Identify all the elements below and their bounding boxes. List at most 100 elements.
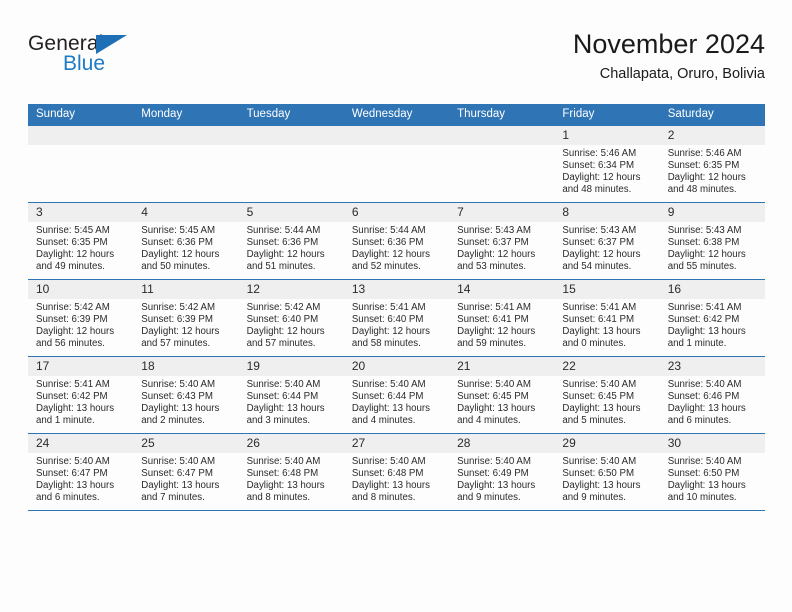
- calendar-day-cell[interactable]: 3 Sunrise: 5:45 AM Sunset: 6:35 PM Daylight…: [28, 202, 134, 280]
- daylight-text-line1: Daylight: 13 hours: [562, 479, 641, 491]
- daylight-text-line1: Daylight: 13 hours: [141, 479, 220, 491]
- calendar-day-cell[interactable]: 8 Sunrise: 5:43 AM Sunset: 6:37 PM Daylight…: [554, 202, 660, 280]
- sunrise-text: Sunrise: 5:40 AM: [141, 379, 216, 390]
- daylight-text-line1: Daylight: 13 hours: [457, 402, 536, 414]
- calendar-day-cell[interactable]: 26 Sunrise: 5:40 AM Sunset: 6:48 PM Dayligh…: [238, 433, 344, 510]
- calendar-day-cell[interactable]: 9 Sunrise: 5:43 AM Sunset: 6:38 PM Daylight…: [659, 202, 765, 280]
- daylight-text-line2: and 54 minutes.: [562, 260, 632, 272]
- day-details: Sunrise: 5:40 AM Sunset: 6:47 PM Daylight:…: [28, 453, 133, 504]
- sunset-text: Sunset: 6:41 PM: [562, 313, 635, 325]
- calendar-day-cell[interactable]: 22 Sunrise: 5:40 AM Sunset: 6:45 PM Dayligh…: [554, 356, 660, 434]
- calendar-week-row: 10 Sunrise: 5:42 AM Sunset: 6:39 PM Dayligh…: [28, 279, 765, 357]
- calendar-page: General Blue November 2024 Challapata, O…: [0, 0, 792, 612]
- calendar-day-cell[interactable]: 28 Sunrise: 5:40 AM Sunset: 6:49 PM Dayligh…: [449, 433, 555, 510]
- sunrise-text: Sunrise: 5:40 AM: [667, 456, 742, 467]
- sunrise-text: Sunrise: 5:40 AM: [246, 379, 321, 390]
- calendar-day-cell-empty: [449, 126, 555, 203]
- day-number: 13: [343, 280, 450, 299]
- daylight-text-line1: Daylight: 13 hours: [246, 479, 325, 491]
- daylight-text-line2: and 0 minutes.: [562, 337, 626, 349]
- calendar-day-cell[interactable]: 7 Sunrise: 5:43 AM Sunset: 6:37 PM Daylight…: [449, 202, 555, 280]
- calendar-day-cell[interactable]: 11 Sunrise: 5:42 AM Sunset: 6:39 PM Dayligh…: [133, 279, 239, 357]
- day-number: 3: [28, 203, 134, 222]
- sunset-text: Sunset: 6:42 PM: [36, 390, 108, 402]
- calendar-day-cell[interactable]: 5 Sunrise: 5:44 AM Sunset: 6:36 PM Daylight…: [238, 202, 344, 280]
- day-number: 9: [659, 203, 765, 222]
- calendar-day-cell[interactable]: 17 Sunrise: 5:41 AM Sunset: 6:42 PM Dayligh…: [28, 356, 134, 434]
- day-number: 26: [238, 434, 344, 453]
- calendar-day-cell[interactable]: 18 Sunrise: 5:40 AM Sunset: 6:43 PM Dayligh…: [133, 356, 239, 434]
- day-number: 24: [28, 434, 134, 453]
- sunrise-text: Sunrise: 5:41 AM: [562, 302, 637, 313]
- sunrise-text: Sunrise: 5:40 AM: [457, 456, 531, 467]
- daylight-text-line1: Daylight: 13 hours: [667, 325, 746, 337]
- day-number: 23: [659, 357, 765, 376]
- calendar-day-cell[interactable]: 29 Sunrise: 5:40 AM Sunset: 6:50 PM Dayligh…: [554, 433, 660, 510]
- sunset-text: Sunset: 6:50 PM: [562, 467, 635, 479]
- daylight-text-line2: and 56 minutes.: [36, 337, 105, 349]
- daylight-text-line1: Daylight: 13 hours: [667, 402, 746, 414]
- daylight-text-line2: and 59 minutes.: [457, 337, 527, 349]
- calendar-day-cell[interactable]: 2 Sunrise: 5:46 AM Sunset: 6:35 PM Daylight…: [659, 126, 765, 203]
- day-details: Sunrise: 5:40 AM Sunset: 6:45 PM Daylight:…: [449, 376, 554, 427]
- calendar-day-cell[interactable]: 30 Sunrise: 5:40 AM Sunset: 6:50 PM Dayligh…: [659, 433, 765, 510]
- calendar-day-cell[interactable]: 23 Sunrise: 5:40 AM Sunset: 6:46 PM Dayligh…: [659, 356, 765, 434]
- day-details: Sunrise: 5:40 AM Sunset: 6:44 PM Daylight:…: [344, 376, 449, 427]
- day-number: 16: [659, 280, 765, 299]
- sunset-text: Sunset: 6:40 PM: [351, 313, 424, 325]
- calendar-day-cell[interactable]: 13 Sunrise: 5:41 AM Sunset: 6:40 PM Dayligh…: [343, 279, 450, 357]
- daylight-text-line2: and 9 minutes.: [562, 491, 626, 503]
- daylight-text-line2: and 9 minutes.: [457, 491, 521, 503]
- sunset-text: Sunset: 6:47 PM: [36, 467, 108, 479]
- calendar-day-cell[interactable]: 12 Sunrise: 5:42 AM Sunset: 6:40 PM Dayligh…: [238, 279, 344, 357]
- daylight-text-line1: Daylight: 13 hours: [246, 402, 325, 414]
- sunrise-text: Sunrise: 5:44 AM: [351, 225, 426, 236]
- day-details: Sunrise: 5:43 AM Sunset: 6:37 PM Daylight:…: [449, 222, 554, 273]
- calendar-day-cell[interactable]: 6 Sunrise: 5:44 AM Sunset: 6:36 PM Daylight…: [343, 202, 450, 280]
- sunrise-text: Sunrise: 5:40 AM: [562, 456, 637, 467]
- day-number: 17: [28, 357, 134, 376]
- sunset-text: Sunset: 6:39 PM: [141, 313, 213, 325]
- day-number: 12: [238, 280, 344, 299]
- calendar-day-cell[interactable]: 25 Sunrise: 5:40 AM Sunset: 6:47 PM Dayligh…: [133, 433, 239, 510]
- day-number: 20: [343, 357, 450, 376]
- daylight-text-line2: and 52 minutes.: [351, 260, 421, 272]
- daylight-text-line1: Daylight: 12 hours: [141, 325, 220, 337]
- day-number: [343, 126, 450, 145]
- calendar-day-cell[interactable]: 20 Sunrise: 5:40 AM Sunset: 6:44 PM Dayligh…: [343, 356, 450, 434]
- day-details: Sunrise: 5:45 AM Sunset: 6:36 PM Daylight:…: [133, 222, 238, 273]
- sunrise-text: Sunrise: 5:40 AM: [351, 379, 426, 390]
- calendar-day-cell[interactable]: 15 Sunrise: 5:41 AM Sunset: 6:41 PM Dayligh…: [554, 279, 660, 357]
- weekday-header-wednesday: Wednesday: [343, 104, 450, 126]
- daylight-text-line1: Daylight: 12 hours: [457, 325, 536, 337]
- sunset-text: Sunset: 6:43 PM: [141, 390, 213, 402]
- daylight-text-line1: Daylight: 12 hours: [246, 325, 325, 337]
- calendar-day-cell[interactable]: 27 Sunrise: 5:40 AM Sunset: 6:48 PM Dayligh…: [343, 433, 450, 510]
- day-details: Sunrise: 5:40 AM Sunset: 6:49 PM Daylight:…: [449, 453, 554, 504]
- calendar-day-cell-empty: [28, 126, 134, 203]
- day-details: Sunrise: 5:44 AM Sunset: 6:36 PM Daylight:…: [344, 222, 449, 273]
- calendar-day-cell[interactable]: 21 Sunrise: 5:40 AM Sunset: 6:45 PM Dayligh…: [449, 356, 555, 434]
- sunset-text: Sunset: 6:44 PM: [351, 390, 424, 402]
- sunset-text: Sunset: 6:37 PM: [457, 236, 529, 248]
- calendar-body: 1 Sunrise: 5:46 AM Sunset: 6:34 PM Daylight…: [28, 126, 765, 510]
- calendar-day-cell[interactable]: 14 Sunrise: 5:41 AM Sunset: 6:41 PM Dayligh…: [449, 279, 555, 357]
- daylight-text-line2: and 48 minutes.: [562, 183, 632, 195]
- sunset-text: Sunset: 6:46 PM: [667, 390, 740, 402]
- day-number: 1: [554, 126, 660, 145]
- brand-logo[interactable]: General Blue: [28, 32, 208, 84]
- sunset-text: Sunset: 6:36 PM: [246, 236, 319, 248]
- sunset-text: Sunset: 6:47 PM: [141, 467, 213, 479]
- daylight-text-line1: Daylight: 13 hours: [36, 479, 115, 491]
- calendar-day-cell[interactable]: 4 Sunrise: 5:45 AM Sunset: 6:36 PM Daylight…: [133, 202, 239, 280]
- calendar-day-cell[interactable]: 19 Sunrise: 5:40 AM Sunset: 6:44 PM Dayligh…: [238, 356, 344, 434]
- calendar-day-cell[interactable]: 16 Sunrise: 5:41 AM Sunset: 6:42 PM Dayligh…: [659, 279, 765, 357]
- calendar-day-cell[interactable]: 24 Sunrise: 5:40 AM Sunset: 6:47 PM Dayligh…: [28, 433, 134, 510]
- daylight-text-line1: Daylight: 13 hours: [667, 479, 746, 491]
- day-number: 25: [133, 434, 239, 453]
- calendar-day-cell[interactable]: 1 Sunrise: 5:46 AM Sunset: 6:34 PM Daylight…: [554, 126, 660, 203]
- daylight-text-line2: and 10 minutes.: [667, 491, 737, 503]
- day-details: Sunrise: 5:41 AM Sunset: 6:42 PM Daylight:…: [660, 299, 765, 350]
- calendar-day-cell[interactable]: 10 Sunrise: 5:42 AM Sunset: 6:39 PM Dayligh…: [28, 279, 134, 357]
- daylight-text-line2: and 8 minutes.: [246, 491, 311, 503]
